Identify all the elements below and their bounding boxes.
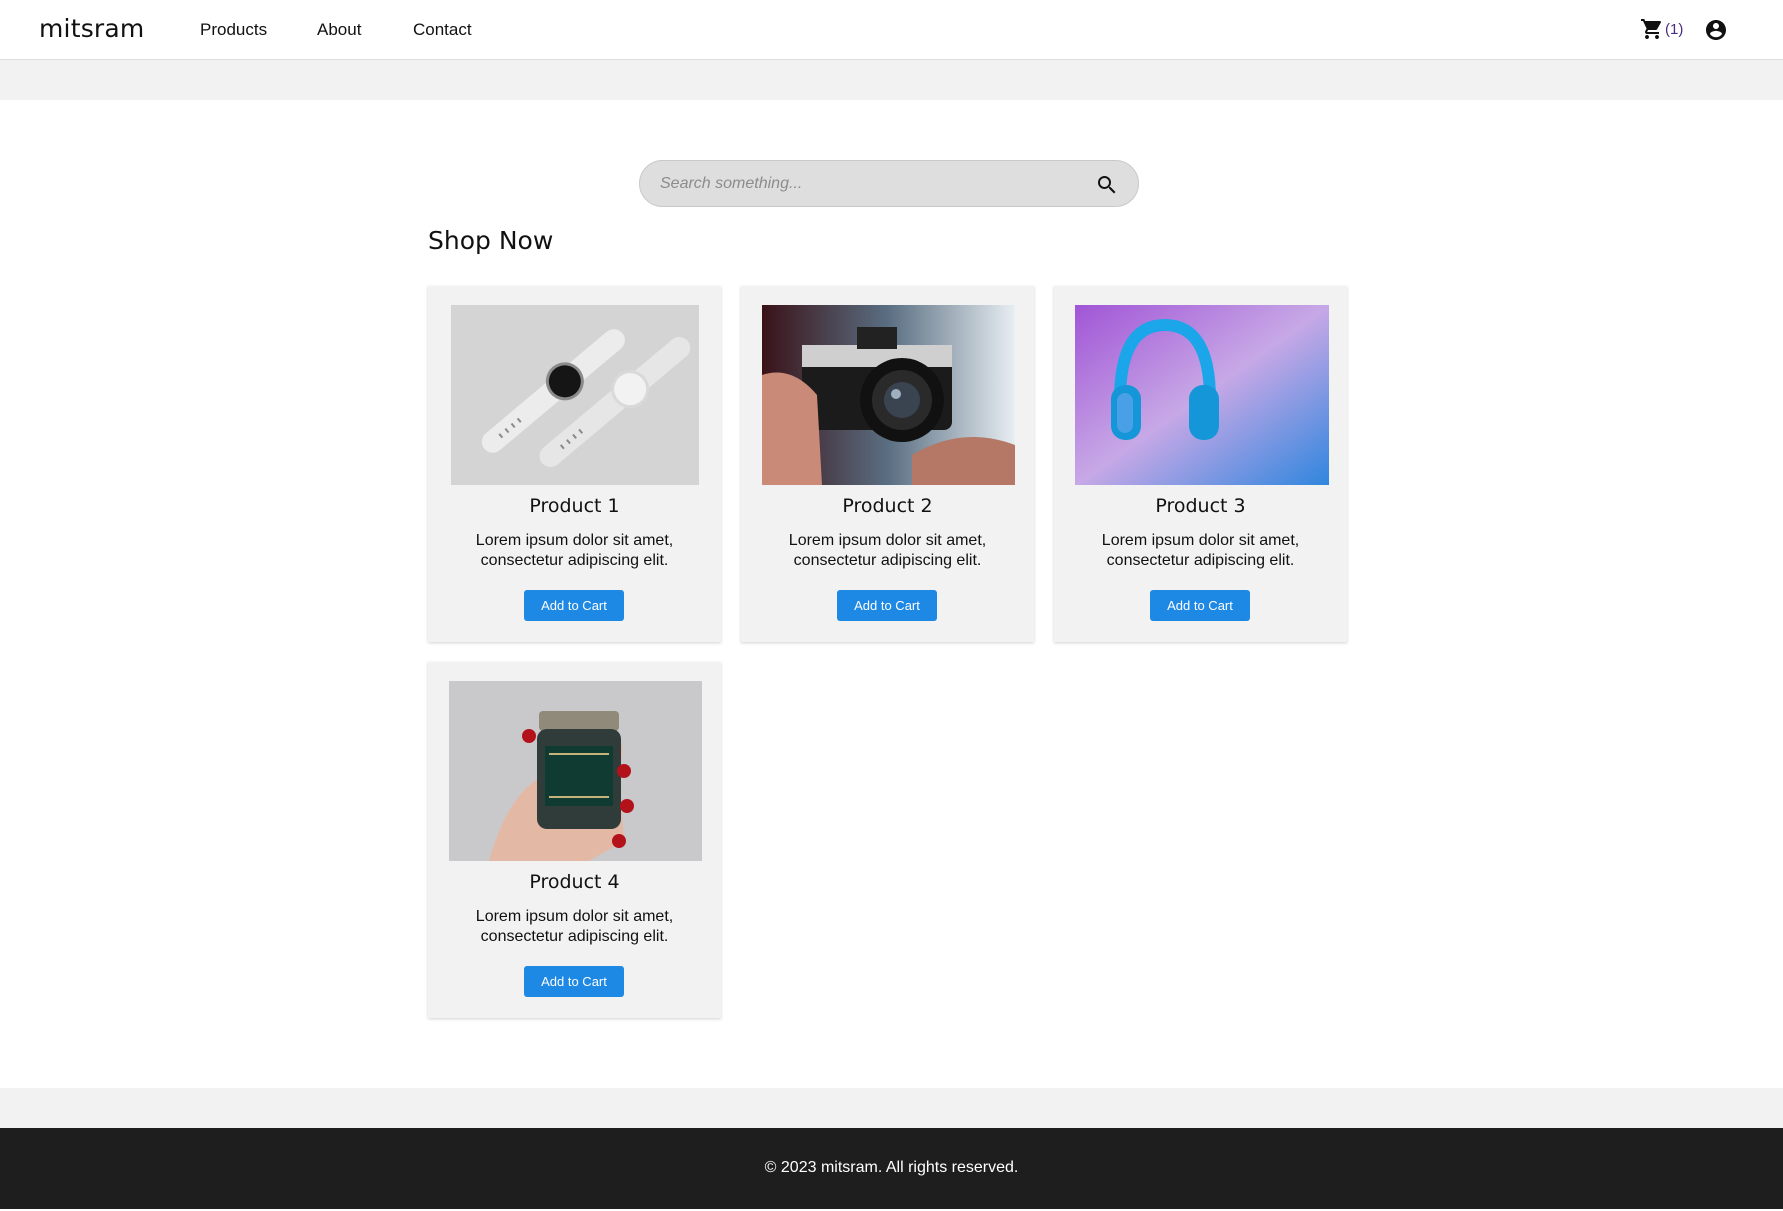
product-description: Lorem ipsum dolor sit amet, consectetur … <box>1101 532 1300 569</box>
shopping-cart-icon <box>1641 19 1662 39</box>
add-to-cart-button[interactable]: Add to Cart <box>1150 590 1250 621</box>
product-image-headphones <box>1075 305 1329 485</box>
search-icon <box>1098 176 1116 194</box>
product-image-jar <box>449 681 702 861</box>
add-to-cart-button[interactable]: Add to Cart <box>524 966 624 997</box>
search-input[interactable] <box>658 161 1078 206</box>
nav-products[interactable]: Products <box>200 20 267 40</box>
product-title: Product 4 <box>529 871 620 893</box>
cart-button[interactable]: (1) <box>1640 17 1683 41</box>
account-button[interactable] <box>1704 18 1728 47</box>
site-footer: © 2023 mitsram. All rights reserved. <box>0 1128 1783 1209</box>
site-header: mitsram Products About Contact (1) <box>0 0 1783 60</box>
copyright-text: © 2023 mitsram. All rights reserved. <box>764 1159 1019 1176</box>
brand-logo[interactable]: mitsram <box>39 14 144 43</box>
product-card: Product 1 Lorem ipsum dolor sit amet, co… <box>428 286 721 642</box>
product-image-watch <box>451 305 699 485</box>
add-to-cart-button[interactable]: Add to Cart <box>837 590 937 621</box>
product-description: Lorem ipsum dolor sit amet, consectetur … <box>475 908 674 945</box>
product-card: Product 2 Lorem ipsum dolor sit amet, co… <box>741 286 1034 642</box>
nav-contact[interactable]: Contact <box>413 20 472 40</box>
account-circle-icon <box>1706 20 1726 40</box>
nav-about[interactable]: About <box>317 20 361 40</box>
product-card: Product 3 Lorem ipsum dolor sit amet, co… <box>1054 286 1347 642</box>
header-band <box>0 60 1783 100</box>
product-description: Lorem ipsum dolor sit amet, consectetur … <box>475 532 674 569</box>
product-title: Product 2 <box>842 495 933 517</box>
add-to-cart-button[interactable]: Add to Cart <box>524 590 624 621</box>
product-card: Product 4 Lorem ipsum dolor sit amet, co… <box>428 662 721 1018</box>
product-title: Product 3 <box>1155 495 1246 517</box>
footer-band <box>0 1088 1783 1128</box>
search-button[interactable] <box>1095 173 1119 202</box>
product-image-camera <box>762 305 1015 485</box>
product-description: Lorem ipsum dolor sit amet, consectetur … <box>788 532 987 569</box>
section-title: Shop Now <box>428 226 554 255</box>
search-bar <box>639 160 1139 207</box>
product-title: Product 1 <box>529 495 620 517</box>
cart-count-badge: (1) <box>1665 20 1684 38</box>
